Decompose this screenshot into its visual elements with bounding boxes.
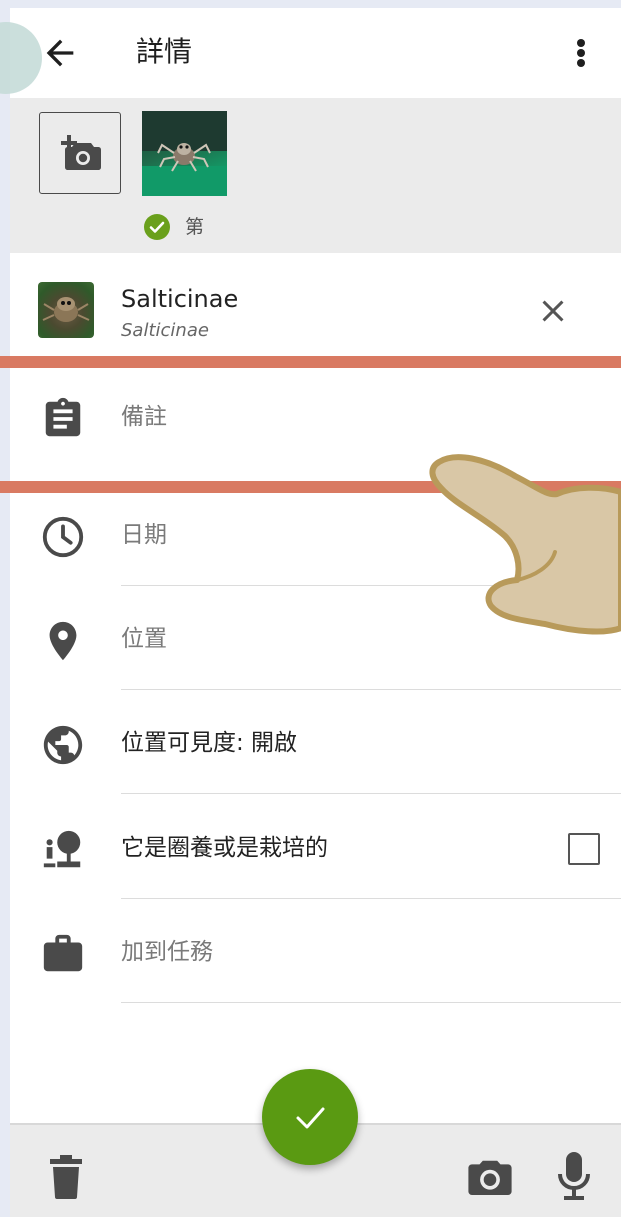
geoprivacy-value[interactable]: 位置可見度: 開啟 — [121, 725, 297, 761]
delete-button[interactable] — [48, 1155, 84, 1199]
geoprivacy-row[interactable]: 位置可見度: 開啟 — [10, 690, 621, 794]
captive-tree-icon — [40, 827, 86, 873]
close-icon — [542, 300, 564, 322]
more-options-button[interactable] — [566, 33, 596, 73]
photo-strip: 第 — [10, 98, 621, 253]
add-photo-button[interactable] — [39, 112, 121, 194]
row-divider — [121, 792, 621, 794]
taxon-common-name: Salticinae — [121, 285, 239, 313]
page-title: 詳情 — [136, 35, 193, 68]
app-bar: 詳情 — [10, 8, 621, 98]
captive-label: 它是圈養或是栽培的 — [121, 835, 328, 861]
primary-photo-label: 第 — [185, 216, 205, 238]
screen-margin-top — [0, 0, 621, 8]
camera-icon — [468, 1160, 512, 1195]
date-field[interactable]: 日期 — [121, 517, 167, 553]
clock-icon — [40, 514, 86, 560]
notes-input[interactable]: 備註 — [121, 399, 167, 435]
taxon-scientific-name: Salticinae — [121, 320, 209, 341]
mic-icon — [558, 1152, 590, 1200]
camera-button[interactable] — [468, 1159, 512, 1195]
assignment-icon — [40, 396, 86, 442]
location-field[interactable]: 位置 — [121, 621, 167, 657]
add-to-project-row[interactable]: 加到任務 — [10, 899, 621, 1003]
more-vert-icon — [577, 39, 585, 67]
globe-icon — [40, 722, 86, 768]
primary-photo-check-icon — [144, 214, 170, 240]
clear-taxon-button[interactable] — [535, 293, 571, 329]
trash-icon — [50, 1155, 82, 1199]
back-button[interactable] — [40, 33, 80, 73]
add-a-photo-icon — [61, 135, 101, 170]
microphone-button[interactable] — [558, 1152, 590, 1200]
spider-photo — [142, 111, 227, 196]
briefcase-icon — [40, 931, 86, 977]
taxon-thumbnail — [38, 282, 94, 338]
row-divider — [121, 1001, 621, 1003]
highlight-top-line — [0, 356, 621, 368]
taxon-row[interactable]: Salticinae Salticinae — [10, 253, 621, 358]
check-icon — [296, 1107, 325, 1129]
screen-margin-left — [0, 0, 10, 1217]
add-to-project-field[interactable]: 加到任務 — [121, 934, 213, 970]
captive-checkbox[interactable] — [568, 833, 600, 865]
observation-photo-thumbnail[interactable] — [142, 111, 227, 196]
pointing-hand-illustration — [425, 448, 621, 638]
location-pin-icon — [40, 618, 86, 664]
captive-row[interactable]: 它是圈養或是栽培的 — [10, 795, 621, 899]
save-fab-button[interactable] — [262, 1069, 358, 1165]
arrow-back-icon — [46, 39, 74, 67]
